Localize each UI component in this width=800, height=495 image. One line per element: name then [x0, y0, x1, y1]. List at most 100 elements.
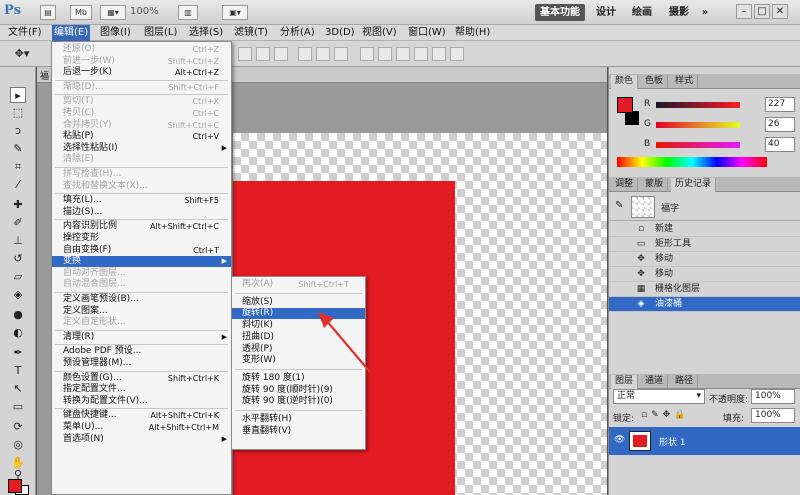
edit-menu-item[interactable]: 内容识别比例 Alt+Shift+Ctrl+C: [52, 221, 231, 232]
history-item[interactable]: ✥ 移动: [609, 252, 800, 267]
tab-layers[interactable]: 图层: [611, 375, 639, 389]
move-tool-icon[interactable]: ▸: [10, 87, 26, 103]
dodge-tool-icon[interactable]: ◐: [10, 325, 26, 341]
transform-menu-item[interactable]: 垂直翻转(V): [232, 426, 365, 437]
menu-help[interactable]: 帮助(H): [453, 25, 492, 41]
menu-layer[interactable]: 图层(L): [142, 25, 179, 41]
tab-masks[interactable]: 蒙版: [641, 178, 669, 192]
minimize-icon[interactable]: –: [736, 4, 752, 19]
tab-channels[interactable]: 通道: [641, 375, 669, 389]
menu-analysis[interactable]: 分析(A): [278, 25, 317, 41]
tab-color[interactable]: 颜色: [611, 75, 639, 89]
zoom-level[interactable]: 100%: [130, 6, 159, 17]
screen-mode-dropdown[interactable]: ▣▾: [222, 5, 248, 20]
distribute-icon[interactable]: [450, 47, 464, 61]
type-tool-icon[interactable]: T: [10, 363, 26, 379]
green-slider[interactable]: [656, 122, 740, 128]
shape-tool-icon[interactable]: ▭: [10, 399, 26, 415]
workspace-photography[interactable]: 摄影: [665, 4, 693, 21]
align-icon[interactable]: [298, 47, 312, 61]
lock-icons[interactable]: ▫✎✥🔒: [641, 410, 689, 420]
edit-menu-item[interactable]: 自由变换(F) Ctrl+T: [52, 245, 231, 256]
history-item[interactable]: ▫ 新建: [609, 222, 800, 237]
history-brush-tool-icon[interactable]: ↺: [10, 251, 26, 267]
fill-field[interactable]: 100%: [751, 408, 795, 423]
blend-mode-select[interactable]: 正常 ▾: [613, 389, 705, 404]
edit-menu-item[interactable]: 操控变形: [52, 233, 231, 244]
align-icon[interactable]: [316, 47, 330, 61]
edit-menu-item[interactable]: 选择性粘贴(I) ▶: [52, 143, 231, 154]
eyedropper-tool-icon[interactable]: ⁄: [10, 177, 26, 193]
distribute-icon[interactable]: [396, 47, 410, 61]
workspace-essentials[interactable]: 基本功能: [535, 4, 585, 21]
fg-color-chip[interactable]: [617, 97, 633, 113]
history-snapshot[interactable]: ✎ 福字: [609, 193, 800, 221]
tab-adjustments[interactable]: 调整: [611, 178, 639, 192]
opacity-field[interactable]: 100%: [751, 389, 795, 404]
eye-icon[interactable]: 👁: [614, 435, 625, 445]
red-value-field[interactable]: 227: [765, 97, 795, 112]
menu-3d[interactable]: 3D(D): [323, 25, 357, 41]
menu-select[interactable]: 选择(S): [187, 25, 225, 41]
distribute-icon[interactable]: [432, 47, 446, 61]
path-select-tool-icon[interactable]: ↖: [10, 381, 26, 397]
edit-menu-item[interactable]: 填充(L)... Shift+F5: [52, 195, 231, 206]
clone-stamp-tool-icon[interactable]: ⊥: [10, 233, 26, 249]
menu-filter[interactable]: 滤镜(T): [232, 25, 270, 41]
bg-color-chip[interactable]: [625, 111, 639, 125]
pen-tool-icon[interactable]: ✒: [10, 345, 26, 361]
edit-menu-item[interactable]: 颜色设置(G)... Shift+Ctrl+K: [52, 373, 231, 384]
distribute-icon[interactable]: [378, 47, 392, 61]
more-workspaces-button[interactable]: »: [698, 4, 712, 21]
edit-menu-item[interactable]: 描边(S)...: [52, 207, 231, 218]
healing-brush-tool-icon[interactable]: ✚: [10, 197, 26, 213]
quick-select-tool-icon[interactable]: ✎: [10, 141, 26, 157]
distribute-icon[interactable]: [414, 47, 428, 61]
edit-menu-item[interactable]: 指定配置文件...: [52, 384, 231, 395]
blur-tool-icon[interactable]: ●: [10, 307, 26, 323]
blue-value-field[interactable]: 40: [765, 137, 795, 152]
edit-menu-item[interactable]: 后退一步(K) Alt+Ctrl+Z: [52, 67, 231, 78]
edit-menu-item[interactable]: 定义图案...: [52, 306, 231, 317]
edit-menu-item[interactable]: 定义画笔预设(B)...: [52, 294, 231, 305]
workspace-painting[interactable]: 绘画: [628, 4, 656, 21]
transform-menu-item[interactable]: 水平翻转(H): [232, 414, 365, 425]
tab-paths[interactable]: 路径: [671, 375, 699, 389]
tab-history[interactable]: 历史记录: [671, 178, 717, 192]
mini-bridge-button[interactable]: Mb: [70, 5, 92, 20]
arrange-icon[interactable]: ▥: [178, 5, 198, 20]
transform-menu-item[interactable]: 旋转 90 度(顺时针)(9): [232, 385, 365, 396]
edit-menu-item[interactable]: 菜单(U)... Alt+Shift+Ctrl+M: [52, 422, 231, 433]
lasso-tool-icon[interactable]: ↄ: [10, 123, 26, 139]
paint-bucket-tool-icon[interactable]: ◈: [10, 287, 26, 303]
menu-image[interactable]: 图像(I): [98, 25, 133, 41]
align-icon[interactable]: [334, 47, 348, 61]
tab-swatches[interactable]: 色板: [641, 75, 669, 89]
distribute-icon[interactable]: [360, 47, 374, 61]
foreground-color-swatch[interactable]: [8, 479, 22, 493]
marquee-tool-icon[interactable]: ⬚: [10, 105, 26, 121]
edit-menu-item[interactable]: 转换为配置文件(V)...: [52, 396, 231, 407]
menu-view[interactable]: 视图(V): [360, 25, 399, 41]
brush-tool-icon[interactable]: ✐: [10, 215, 26, 231]
tab-styles[interactable]: 样式: [671, 75, 699, 89]
blue-slider[interactable]: [656, 142, 740, 148]
history-item[interactable]: ▭ 矩形工具: [609, 237, 800, 252]
menu-window[interactable]: 窗口(W): [406, 25, 448, 41]
maximize-icon[interactable]: □: [754, 4, 770, 19]
edit-menu-item[interactable]: 键盘快捷键... Alt+Shift+Ctrl+K: [52, 410, 231, 421]
history-item[interactable]: ◈ 油漆桶: [609, 297, 800, 312]
edit-menu-item[interactable]: 变换 ▶: [52, 256, 231, 268]
move-tool-preset-icon[interactable]: ✥▾: [14, 46, 30, 62]
bridge-icon[interactable]: ▤: [40, 5, 56, 20]
edit-menu-item[interactable]: Adobe PDF 预设...: [52, 346, 231, 357]
edit-menu-item[interactable]: 粘贴(P) Ctrl+V: [52, 131, 231, 142]
layer-row[interactable]: 👁 形状 1: [609, 427, 800, 455]
edit-menu-item[interactable]: 首选项(N) ▶: [52, 434, 231, 445]
menu-edit[interactable]: 编辑(E): [52, 25, 91, 41]
3d-orbit-tool-icon[interactable]: ◎: [10, 437, 26, 453]
align-icon[interactable]: [274, 47, 288, 61]
align-icon[interactable]: [256, 47, 270, 61]
history-item[interactable]: ▦ 栅格化图层: [609, 282, 800, 297]
edit-menu-item[interactable]: 清理(R) ▶: [52, 332, 231, 343]
